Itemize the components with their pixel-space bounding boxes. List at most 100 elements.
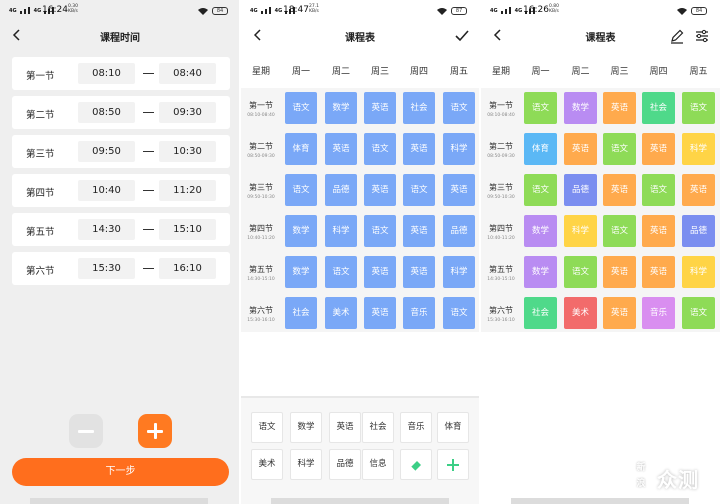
schedule-cell[interactable]: 英语: [443, 174, 475, 206]
schedule-cell[interactable]: 英语: [403, 215, 435, 247]
end-time-field[interactable]: 16:10: [159, 258, 216, 279]
schedule-cell[interactable]: 英语: [642, 215, 675, 247]
schedule-cell[interactable]: 语文: [364, 133, 396, 165]
subject-chip[interactable]: 美术: [251, 449, 283, 480]
schedule-cell[interactable]: 品德: [443, 215, 475, 247]
subject-chip[interactable]: 信息: [362, 449, 394, 480]
subject-chip[interactable]: 音乐: [400, 412, 432, 443]
end-time-field[interactable]: 11:20: [159, 180, 216, 201]
start-time-field[interactable]: 15:30: [78, 258, 135, 279]
subject-chip[interactable]: 品德: [329, 449, 361, 480]
schedule-cell[interactable]: 数学: [285, 215, 317, 247]
subject-chip[interactable]: 社会: [362, 412, 394, 443]
add-subject-button[interactable]: [437, 449, 469, 480]
schedule-cell[interactable]: 科学: [564, 215, 597, 247]
schedule-cell[interactable]: 社会: [403, 92, 435, 124]
period-time: 08:10-08:40: [487, 113, 515, 118]
schedule-cell[interactable]: 语文: [603, 215, 636, 247]
schedule-cell[interactable]: 英语: [642, 256, 675, 288]
time-separator: [143, 229, 154, 231]
schedule-cell[interactable]: 品德: [682, 215, 715, 247]
start-time-field[interactable]: 10:40: [78, 180, 135, 201]
status-bar: 4G 4G 16:24 0.30 KB/s 84: [0, 0, 240, 22]
schedule-cell[interactable]: 英语: [603, 174, 636, 206]
end-time-field[interactable]: 09:30: [159, 102, 216, 123]
end-time-field[interactable]: 15:10: [159, 219, 216, 240]
schedule-cell[interactable]: 英语: [364, 256, 396, 288]
schedule-cell[interactable]: 英语: [564, 133, 597, 165]
schedule-cell[interactable]: 美术: [564, 297, 597, 329]
nav-bar: 课程表: [481, 22, 720, 50]
eraser-button[interactable]: [400, 449, 432, 480]
schedule-cell[interactable]: 音乐: [642, 297, 675, 329]
period-time: 08:10-08:40: [247, 113, 275, 118]
schedule-cell[interactable]: 数学: [524, 215, 557, 247]
schedule-cell[interactable]: 英语: [603, 297, 636, 329]
end-time-field[interactable]: 08:40: [159, 63, 216, 84]
schedule-cell[interactable]: 语文: [443, 92, 475, 124]
schedule-cell[interactable]: 语文: [285, 174, 317, 206]
period-time-row: 第四节 10:40 11:20: [12, 174, 230, 207]
schedule-cell[interactable]: 英语: [364, 297, 396, 329]
schedule-cell[interactable]: 英语: [603, 92, 636, 124]
course-time-screen: 4G 4G 16:24 0.30 KB/s 84 课程时间 第一节 08:10 08:…: [0, 0, 240, 504]
schedule-cell[interactable]: 体育: [285, 133, 317, 165]
check-icon[interactable]: [454, 28, 470, 44]
start-time-field[interactable]: 09:50: [78, 141, 135, 162]
schedule-cell[interactable]: 音乐: [403, 297, 435, 329]
schedule-cell[interactable]: 英语: [364, 174, 396, 206]
schedule-cell[interactable]: 语文: [325, 256, 357, 288]
end-time-field[interactable]: 10:30: [159, 141, 216, 162]
period-name: 第五节: [249, 265, 273, 274]
start-time-field[interactable]: 14:30: [78, 219, 135, 240]
schedule-cell[interactable]: 语文: [682, 297, 715, 329]
schedule-cell[interactable]: 美术: [325, 297, 357, 329]
schedule-cell[interactable]: 社会: [285, 297, 317, 329]
schedule-cell[interactable]: 科学: [443, 133, 475, 165]
schedule-cell[interactable]: 语文: [682, 92, 715, 124]
next-step-button[interactable]: 下一步: [12, 458, 229, 486]
schedule-cell[interactable]: 英语: [603, 256, 636, 288]
subject-chip[interactable]: 科学: [290, 449, 322, 480]
schedule-cell[interactable]: 数学: [285, 256, 317, 288]
schedule-cell[interactable]: 社会: [642, 92, 675, 124]
schedule-cell[interactable]: 数学: [564, 92, 597, 124]
period-name: 第一节: [249, 101, 273, 110]
schedule-cell[interactable]: 语文: [603, 133, 636, 165]
schedule-cell[interactable]: 英语: [325, 133, 357, 165]
schedule-cell[interactable]: 英语: [642, 133, 675, 165]
edit-pencil-icon[interactable]: [669, 28, 685, 44]
schedule-cell[interactable]: 语文: [564, 256, 597, 288]
period-time: 14:30-15:10: [487, 277, 515, 282]
schedule-cell[interactable]: 语文: [285, 92, 317, 124]
subject-chip[interactable]: 数学: [290, 412, 322, 443]
schedule-cell[interactable]: 社会: [524, 297, 557, 329]
subject-chip[interactable]: 体育: [437, 412, 469, 443]
subject-chip[interactable]: 语文: [251, 412, 283, 443]
schedule-cell[interactable]: 科学: [325, 215, 357, 247]
schedule-cell[interactable]: 英语: [364, 92, 396, 124]
schedule-cell[interactable]: 语文: [524, 174, 557, 206]
schedule-cell[interactable]: 体育: [524, 133, 557, 165]
settings-sliders-icon[interactable]: [694, 28, 710, 44]
start-time-field[interactable]: 08:50: [78, 102, 135, 123]
add-period-button[interactable]: [138, 414, 172, 448]
remove-period-button[interactable]: [69, 414, 103, 448]
schedule-cell[interactable]: 英语: [403, 256, 435, 288]
schedule-cell[interactable]: 品德: [564, 174, 597, 206]
schedule-cell[interactable]: 英语: [403, 133, 435, 165]
schedule-cell[interactable]: 科学: [682, 256, 715, 288]
start-time-field[interactable]: 08:10: [78, 63, 135, 84]
schedule-cell[interactable]: 语文: [443, 297, 475, 329]
schedule-cell[interactable]: 品德: [325, 174, 357, 206]
schedule-cell[interactable]: 科学: [443, 256, 475, 288]
schedule-cell[interactable]: 数学: [524, 256, 557, 288]
schedule-cell[interactable]: 语文: [642, 174, 675, 206]
schedule-cell[interactable]: 英语: [682, 174, 715, 206]
schedule-cell[interactable]: 语文: [364, 215, 396, 247]
schedule-cell[interactable]: 语文: [403, 174, 435, 206]
subject-chip[interactable]: 英语: [329, 412, 361, 443]
schedule-cell[interactable]: 科学: [682, 133, 715, 165]
schedule-cell[interactable]: 语文: [524, 92, 557, 124]
schedule-cell[interactable]: 数学: [325, 92, 357, 124]
